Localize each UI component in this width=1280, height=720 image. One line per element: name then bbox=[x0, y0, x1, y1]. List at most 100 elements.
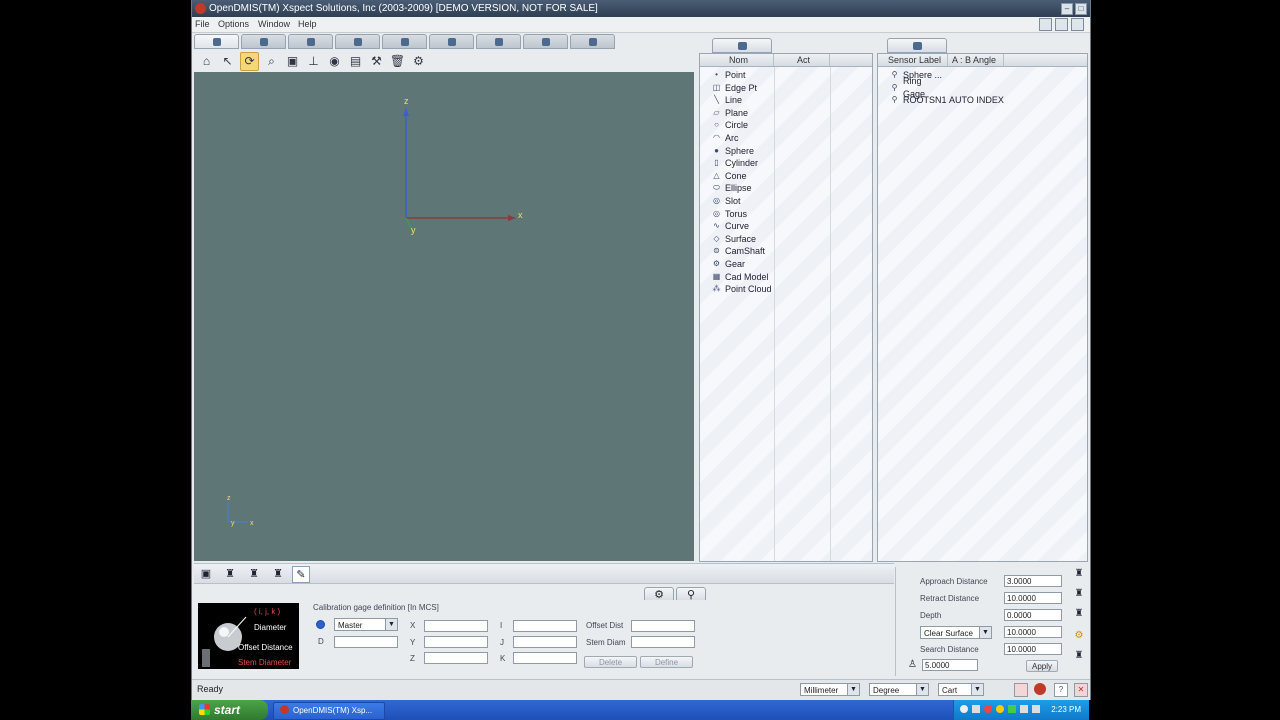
measure-icon[interactable]: ⚒ bbox=[368, 53, 385, 70]
record-icon[interactable] bbox=[1034, 683, 1046, 695]
clear-mode-select[interactable]: Clear Surface ▼ bbox=[920, 626, 992, 639]
tab-refresh[interactable] bbox=[476, 34, 521, 49]
visibility-icon[interactable]: ◉ bbox=[326, 53, 343, 70]
taskbar-app-item[interactable]: OpenDMIS(TM) Xsp... bbox=[273, 702, 385, 720]
3d-viewport[interactable]: z x y z x y bbox=[194, 72, 694, 561]
tab-home[interactable] bbox=[194, 34, 239, 49]
probe-move-icon[interactable]: ♜ bbox=[1072, 607, 1086, 621]
probe-down-icon[interactable]: ♜ bbox=[1072, 587, 1086, 601]
tray-language-icon[interactable] bbox=[1032, 705, 1040, 713]
axis-icon[interactable]: ⊥ bbox=[305, 53, 322, 70]
units-select[interactable]: Millimeter ▼ bbox=[800, 683, 860, 696]
feature-item[interactable]: ◎ Torus bbox=[712, 208, 772, 221]
feature-item[interactable]: △ Cone bbox=[712, 170, 772, 183]
tray-shield-icon[interactable] bbox=[996, 705, 1004, 713]
clear-distance-input[interactable]: 10.0000 bbox=[1004, 626, 1062, 638]
tab-features[interactable] bbox=[712, 38, 772, 53]
feature-item[interactable]: ⊜ CamShaft bbox=[712, 245, 772, 258]
probe-rack-icon[interactable]: ♜ bbox=[270, 566, 286, 581]
feature-item[interactable]: ▱ Plane bbox=[712, 107, 772, 120]
close-icon[interactable]: ✕ bbox=[1074, 683, 1088, 697]
tab-display[interactable] bbox=[570, 34, 615, 49]
tab-color[interactable] bbox=[382, 34, 427, 49]
tab-view[interactable] bbox=[523, 34, 568, 49]
feature-item[interactable]: ⚙ Gear bbox=[712, 258, 772, 271]
menu-options[interactable]: Options bbox=[218, 19, 249, 29]
gear-icon[interactable]: ⚙ bbox=[1072, 629, 1086, 643]
tab-table[interactable] bbox=[288, 34, 333, 49]
window-icon[interactable] bbox=[1014, 683, 1028, 697]
probe-up-icon[interactable]: ♜ bbox=[1072, 567, 1086, 581]
y-input[interactable] bbox=[424, 636, 488, 648]
z-input[interactable] bbox=[424, 652, 488, 664]
apply-button[interactable]: Apply bbox=[1026, 660, 1058, 672]
help-icon[interactable]: ? bbox=[1054, 683, 1068, 697]
feature-item[interactable]: ▯ Cylinder bbox=[712, 157, 772, 170]
feature-item[interactable]: ◇ Surface bbox=[712, 233, 772, 246]
offset-dist-input[interactable] bbox=[631, 620, 695, 632]
minimize-button[interactable]: – bbox=[1061, 3, 1073, 15]
define-button[interactable]: Define bbox=[640, 656, 693, 668]
column-act[interactable]: Act bbox=[774, 54, 830, 66]
calibration-gage-icon[interactable]: ✎ bbox=[292, 566, 310, 583]
start-button[interactable]: start bbox=[191, 700, 268, 720]
menu-file[interactable]: File bbox=[195, 19, 210, 29]
trash-icon[interactable]: 🗑 bbox=[389, 53, 406, 70]
tray-volume-icon[interactable] bbox=[1020, 705, 1028, 713]
i-input[interactable] bbox=[513, 620, 577, 632]
tab-document[interactable] bbox=[241, 34, 286, 49]
probe-tip-icon[interactable]: ♜ bbox=[222, 566, 238, 581]
diameter-input[interactable] bbox=[334, 636, 398, 648]
probe-calibrate-icon[interactable]: ♜ bbox=[246, 566, 262, 581]
feature-item[interactable]: ◎ Slot bbox=[712, 195, 772, 208]
delete-button[interactable]: Delete bbox=[584, 656, 637, 668]
feature-item[interactable]: ∿ Curve bbox=[712, 220, 772, 233]
layout-icon[interactable] bbox=[1039, 18, 1052, 31]
feature-item[interactable]: ○ Circle bbox=[712, 119, 772, 132]
zoom-fit-icon[interactable]: ▣ bbox=[284, 53, 301, 70]
zoom-icon[interactable]: ⌕ bbox=[263, 53, 280, 70]
speed-input[interactable]: 5.0000 bbox=[922, 659, 978, 671]
depth-input[interactable]: 0.0000 bbox=[1004, 609, 1062, 621]
layout-toggle-icon[interactable] bbox=[1071, 18, 1084, 31]
j-input[interactable] bbox=[513, 636, 577, 648]
sensor-item[interactable]: ⚲ ROOTSN1 AUTO INDEX bbox=[890, 94, 1004, 107]
layout-split-icon[interactable] bbox=[1055, 18, 1068, 31]
feature-item[interactable]: ◫ Edge Pt bbox=[712, 82, 772, 95]
menu-help[interactable]: Help bbox=[298, 19, 317, 29]
feature-item[interactable]: ● Sphere bbox=[712, 145, 772, 158]
master-radio[interactable] bbox=[316, 620, 325, 629]
sensor-item[interactable]: ⚲ Ring Gage bbox=[890, 76, 1004, 99]
feature-item[interactable]: ▦ Cad Model bbox=[712, 271, 772, 284]
column-sensor-label[interactable]: Sensor Label bbox=[878, 54, 948, 66]
tab-probe[interactable] bbox=[429, 34, 474, 49]
probe-home-icon[interactable]: ♜ bbox=[1072, 649, 1086, 663]
search-distance-input[interactable]: 10.0000 bbox=[1004, 643, 1062, 655]
k-input[interactable] bbox=[513, 652, 577, 664]
probe-head-icon[interactable]: ▣ bbox=[198, 566, 214, 581]
menu-window[interactable]: Window bbox=[258, 19, 290, 29]
feature-item[interactable]: ◠ Arc bbox=[712, 132, 772, 145]
retract-distance-input[interactable]: 10.0000 bbox=[1004, 592, 1062, 604]
tray-alert-icon[interactable] bbox=[984, 705, 992, 713]
feature-item[interactable]: ⁂ Point Cloud bbox=[712, 283, 772, 296]
subtab-gage[interactable]: ⚙ bbox=[644, 587, 674, 601]
x-input[interactable] bbox=[424, 620, 488, 632]
master-select[interactable]: Master ▼ bbox=[334, 618, 398, 631]
render-icon[interactable]: ▤ bbox=[347, 53, 364, 70]
feature-item[interactable]: ╲ Line bbox=[712, 94, 772, 107]
column-nom[interactable]: Nom bbox=[700, 54, 774, 66]
rotate-icon[interactable]: ⟳ bbox=[240, 51, 259, 71]
stem-diam-input[interactable] bbox=[631, 636, 695, 648]
tab-sensors[interactable] bbox=[887, 38, 947, 53]
settings-icon[interactable]: ⚙ bbox=[410, 53, 427, 70]
tab-machine[interactable] bbox=[335, 34, 380, 49]
column-ab-angle[interactable]: A : B Angle bbox=[948, 54, 1004, 66]
maximize-button[interactable]: □ bbox=[1075, 3, 1087, 15]
feature-item[interactable]: • Point bbox=[712, 69, 772, 82]
home-view-icon[interactable]: ⌂ bbox=[198, 53, 215, 70]
tray-monitor-icon[interactable] bbox=[972, 705, 980, 713]
coordinate-select[interactable]: Cart ▼ bbox=[938, 683, 984, 696]
subtab-probe[interactable]: ⚲ bbox=[676, 587, 706, 601]
select-arrow-icon[interactable]: ↖ bbox=[219, 53, 236, 70]
